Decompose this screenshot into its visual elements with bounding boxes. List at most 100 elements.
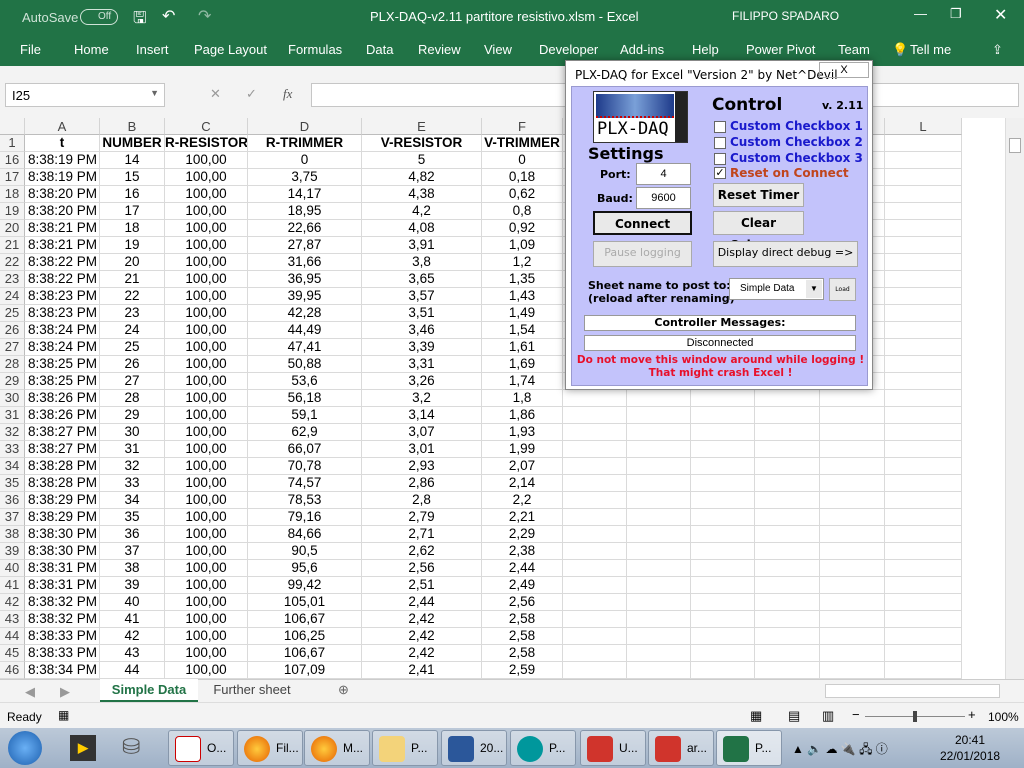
tell-me-search[interactable]: Tell me xyxy=(910,42,951,57)
cell[interactable] xyxy=(627,458,691,475)
cell[interactable]: 47,41 xyxy=(248,339,362,356)
taskbar-arduino[interactable]: P... xyxy=(510,730,576,766)
cell[interactable]: 8:38:25 PM xyxy=(25,373,100,390)
cell[interactable]: 39 xyxy=(100,577,165,594)
name-box[interactable]: I25 ▼ xyxy=(5,83,165,107)
tab-add-ins[interactable]: Add-ins xyxy=(620,42,664,57)
cell[interactable]: 100,00 xyxy=(165,288,248,305)
cell[interactable] xyxy=(691,458,755,475)
cell[interactable] xyxy=(755,509,820,526)
cell[interactable] xyxy=(691,441,755,458)
cell[interactable]: 3,8 xyxy=(362,254,482,271)
normal-view-icon[interactable]: ▦ xyxy=(750,708,762,724)
cell[interactable] xyxy=(885,390,962,407)
cell[interactable]: 8:38:34 PM xyxy=(25,662,100,679)
cell[interactable] xyxy=(885,254,962,271)
cell[interactable]: 84,66 xyxy=(248,526,362,543)
clear-columns-button[interactable]: Clear Columns xyxy=(713,211,804,252)
cell[interactable]: 3,75 xyxy=(248,169,362,186)
cell[interactable]: 8:38:25 PM xyxy=(25,356,100,373)
cell[interactable]: 3,65 xyxy=(362,271,482,288)
cell[interactable] xyxy=(563,424,627,441)
row-header[interactable]: 35 xyxy=(0,475,25,492)
cell[interactable]: 8:38:21 PM xyxy=(25,220,100,237)
column-header-c[interactable]: C xyxy=(165,118,248,135)
cell[interactable]: 100,00 xyxy=(165,407,248,424)
row-header[interactable]: 1 xyxy=(0,135,25,152)
cell[interactable]: 3,14 xyxy=(362,407,482,424)
display-debug-button[interactable]: Display direct debug => xyxy=(713,241,858,267)
cell[interactable] xyxy=(563,560,627,577)
cell[interactable] xyxy=(755,390,820,407)
row-header[interactable]: 26 xyxy=(0,322,25,339)
vertical-scrollbar[interactable] xyxy=(1005,118,1024,679)
cell[interactable] xyxy=(820,458,885,475)
cell[interactable]: 18,95 xyxy=(248,203,362,220)
row-header[interactable]: 16 xyxy=(0,152,25,169)
cell[interactable]: 100,00 xyxy=(165,356,248,373)
row-header[interactable]: 20 xyxy=(0,220,25,237)
cell[interactable]: 1,35 xyxy=(482,271,563,288)
cell[interactable] xyxy=(885,288,962,305)
cell[interactable]: 43 xyxy=(100,645,165,662)
cell[interactable]: 100,00 xyxy=(165,526,248,543)
cell[interactable]: 56,18 xyxy=(248,390,362,407)
cell[interactable] xyxy=(885,203,962,220)
cell[interactable]: 34 xyxy=(100,492,165,509)
cell[interactable]: 100,00 xyxy=(165,645,248,662)
cell[interactable] xyxy=(885,186,962,203)
cell[interactable]: 90,5 xyxy=(248,543,362,560)
cell[interactable] xyxy=(885,356,962,373)
cell[interactable] xyxy=(691,560,755,577)
cell[interactable] xyxy=(563,611,627,628)
row-header[interactable]: 19 xyxy=(0,203,25,220)
cell[interactable] xyxy=(563,526,627,543)
row-header[interactable]: 36 xyxy=(0,492,25,509)
cell[interactable]: 31 xyxy=(100,441,165,458)
cell[interactable] xyxy=(755,645,820,662)
cell[interactable]: 1,93 xyxy=(482,424,563,441)
cell[interactable] xyxy=(885,322,962,339)
cell[interactable]: 14,17 xyxy=(248,186,362,203)
cell[interactable] xyxy=(691,662,755,679)
cell[interactable]: 31,66 xyxy=(248,254,362,271)
tab-power-pivot[interactable]: Power Pivot xyxy=(746,42,815,57)
row-header[interactable]: 43 xyxy=(0,611,25,628)
cell[interactable]: 2,58 xyxy=(482,645,563,662)
cell[interactable]: 0 xyxy=(482,152,563,169)
cell[interactable]: 100,00 xyxy=(165,322,248,339)
cell[interactable]: 2,21 xyxy=(482,509,563,526)
cell[interactable]: 3,31 xyxy=(362,356,482,373)
cell[interactable]: 3,46 xyxy=(362,322,482,339)
cell[interactable]: 50,88 xyxy=(248,356,362,373)
cell[interactable] xyxy=(563,492,627,509)
cell[interactable]: 8:38:26 PM xyxy=(25,390,100,407)
tab-formulas[interactable]: Formulas xyxy=(288,42,342,57)
cell[interactable]: 36,95 xyxy=(248,271,362,288)
cell[interactable]: 42,28 xyxy=(248,305,362,322)
zoom-slider-thumb[interactable] xyxy=(913,711,917,722)
cell[interactable]: 100,00 xyxy=(165,475,248,492)
cell[interactable]: 8:38:19 PM xyxy=(25,169,100,186)
enter-icon[interactable]: ✓ xyxy=(246,86,257,102)
cell[interactable] xyxy=(820,543,885,560)
cell[interactable]: V-RESISTOR xyxy=(362,135,482,152)
cell[interactable] xyxy=(691,611,755,628)
cell[interactable] xyxy=(755,611,820,628)
cell[interactable] xyxy=(885,424,962,441)
cell[interactable] xyxy=(885,237,962,254)
cell[interactable]: NUMBER xyxy=(100,135,165,152)
cell[interactable] xyxy=(691,475,755,492)
cell[interactable] xyxy=(627,475,691,492)
cell[interactable] xyxy=(627,390,691,407)
save-icon[interactable]: 🖫 xyxy=(133,7,147,34)
cell[interactable]: 38 xyxy=(100,560,165,577)
cell[interactable] xyxy=(820,611,885,628)
cell[interactable] xyxy=(563,407,627,424)
row-header[interactable]: 40 xyxy=(0,560,25,577)
chevron-down-icon[interactable]: ▼ xyxy=(806,280,822,298)
clock-time[interactable]: 20:41 xyxy=(955,733,985,747)
cell[interactable]: 0,8 xyxy=(482,203,563,220)
cell[interactable]: 28 xyxy=(100,390,165,407)
cell[interactable] xyxy=(627,407,691,424)
